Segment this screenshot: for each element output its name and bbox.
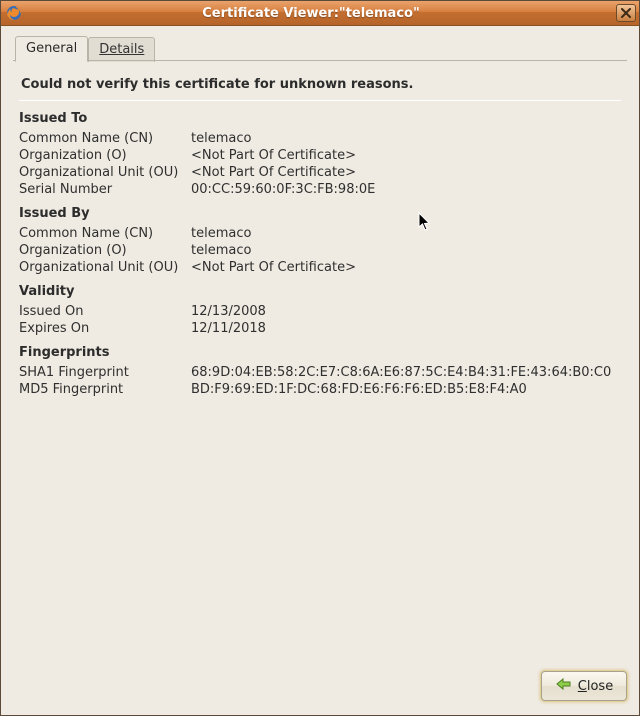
field-value: BD:F9:69:ED:1F:DC:68:FD:E6:F6:F6:ED:B5:E… (191, 382, 621, 397)
field-row: Organization (O) telemaco (19, 242, 621, 259)
certificate-viewer-window: Certificate Viewer:"telemaco" General De… (0, 0, 640, 716)
back-arrow-icon (555, 677, 573, 695)
field-value: 68:9D:04:EB:58:2C:E7:C8:6A:E6:87:5C:E4:B… (191, 365, 621, 380)
field-row: Serial Number 00:CC:59:60:0F:3C:FB:98:0E (19, 181, 621, 198)
field-value: telemaco (191, 131, 621, 146)
field-label: Organizational Unit (OU) (19, 260, 191, 275)
window-close-button[interactable] (616, 4, 636, 22)
field-row: Organization (O) <Not Part Of Certificat… (19, 147, 621, 164)
field-value: telemaco (191, 243, 621, 258)
section-title-issued-by: Issued By (19, 206, 621, 221)
field-row: Organizational Unit (OU) <Not Part Of Ce… (19, 164, 621, 181)
field-value: <Not Part Of Certificate> (191, 148, 621, 163)
mnemonic-letter: C (578, 679, 587, 694)
section-title-validity: Validity (19, 284, 621, 299)
field-row: Common Name (CN) telemaco (19, 130, 621, 147)
tab-label: General (26, 41, 77, 56)
firefox-icon (6, 5, 22, 21)
field-label: Organization (O) (19, 243, 191, 258)
section-title-fingerprints: Fingerprints (19, 345, 621, 360)
tabstrip: General Details (1, 26, 639, 61)
close-button[interactable]: Close (541, 671, 627, 701)
field-label: Serial Number (19, 182, 191, 197)
field-row: Expires On 12/11/2018 (19, 320, 621, 337)
close-icon (621, 8, 631, 18)
tab-details[interactable]: Details (88, 37, 155, 62)
titlebar[interactable]: Certificate Viewer:"telemaco" (1, 1, 639, 26)
field-row: MD5 Fingerprint BD:F9:69:ED:1F:DC:68:FD:… (19, 381, 621, 398)
field-row: Common Name (CN) telemaco (19, 225, 621, 242)
field-label: MD5 Fingerprint (19, 382, 191, 397)
field-row: SHA1 Fingerprint 68:9D:04:EB:58:2C:E7:C8… (19, 364, 621, 381)
field-value: telemaco (191, 226, 621, 241)
field-label: Expires On (19, 321, 191, 336)
field-label: Issued On (19, 304, 191, 319)
field-value: 12/11/2018 (191, 321, 621, 336)
verification-status: Could not verify this certificate for un… (19, 73, 621, 100)
separator (19, 100, 621, 101)
close-button-label: Close (578, 679, 613, 694)
window-title: Certificate Viewer:"telemaco" (6, 6, 616, 21)
client-area: General Details Could not verify this ce… (1, 26, 639, 715)
field-row: Issued On 12/13/2008 (19, 303, 621, 320)
field-label: Common Name (CN) (19, 226, 191, 241)
field-value: <Not Part Of Certificate> (191, 260, 621, 275)
tab-panel-general: Could not verify this certificate for un… (13, 61, 627, 665)
tab-label: Details (99, 42, 144, 57)
section-title-issued-to: Issued To (19, 111, 621, 126)
tab-general[interactable]: General (15, 36, 88, 62)
field-value: <Not Part Of Certificate> (191, 165, 621, 180)
button-bar: Close (1, 665, 639, 715)
field-label: Organization (O) (19, 148, 191, 163)
field-label: Common Name (CN) (19, 131, 191, 146)
field-value: 12/13/2008 (191, 304, 621, 319)
field-row: Organizational Unit (OU) <Not Part Of Ce… (19, 259, 621, 276)
field-label: SHA1 Fingerprint (19, 365, 191, 380)
field-label: Organizational Unit (OU) (19, 165, 191, 180)
field-value: 00:CC:59:60:0F:3C:FB:98:0E (191, 182, 621, 197)
